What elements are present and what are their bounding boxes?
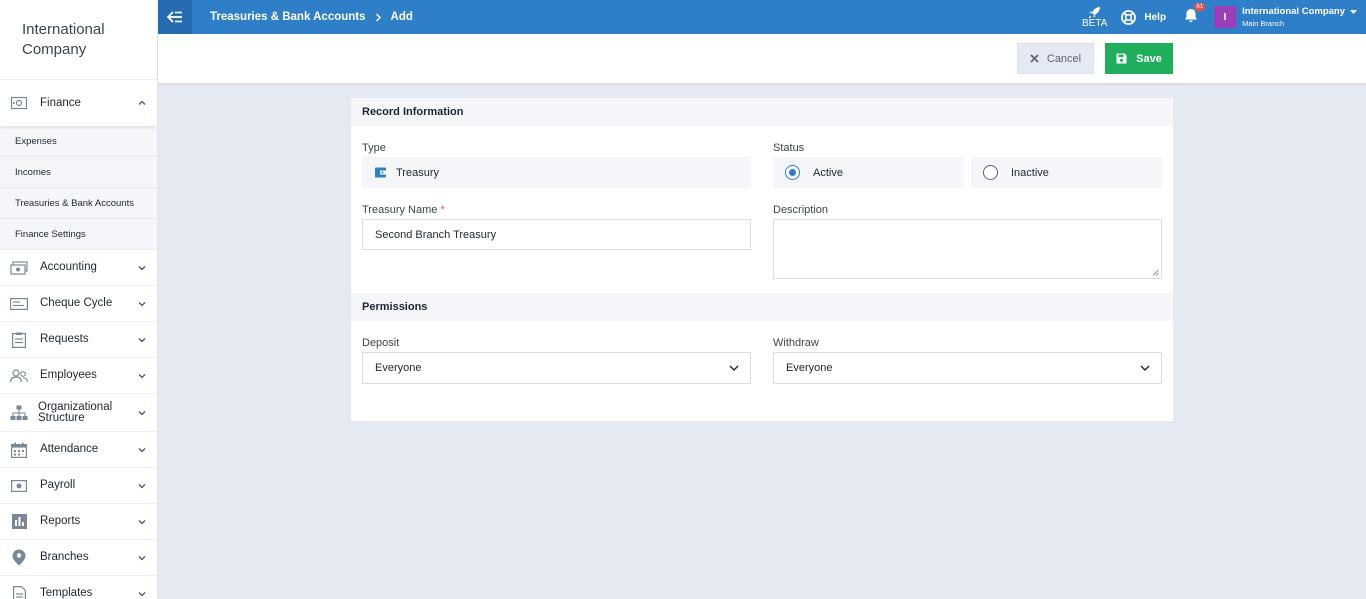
beta-button[interactable]: BETA [1082,6,1107,29]
radio-inactive[interactable] [983,165,998,180]
sidebar-item-label: Organizational Structure [38,400,113,424]
map-pin-icon [10,549,28,567]
sidebar-subitem-incomes[interactable]: Incomes [0,157,157,188]
withdraw-label: Withdraw [773,337,819,349]
chevron-down-icon [729,365,739,371]
top-bar-right: BETA Help 61 I International Company Mai… [1082,0,1366,34]
people-icon [10,367,28,385]
floppy-disk-icon [1116,53,1127,64]
chevron-up-icon [138,100,146,105]
wallet-icon [375,167,387,178]
sidebar-item-label: Requests [40,333,89,345]
sidebar-item-finance[interactable]: Finance [0,80,157,126]
chevron-down-icon [138,337,146,342]
description-label: Description [773,204,829,216]
sidebar-item-branches[interactable]: Branches [0,540,157,576]
chevron-down-icon [138,591,146,596]
description-textarea[interactable] [773,219,1162,279]
treasury-form: Record Information Type Treasury Status … [351,98,1173,421]
chevron-right-icon [375,13,381,21]
sidebar-item-label: Cheque Cycle [40,297,113,309]
clipboard-icon [10,331,28,349]
cancel-button[interactable]: Cancel [1017,43,1094,74]
deposit-label: Deposit [362,337,400,349]
sidebar-item-label: Reports [40,515,81,527]
sidebar-item-label: Accounting [40,261,97,273]
chevron-down-icon [138,555,146,560]
breadcrumb: Treasuries & Bank Accounts Add [210,11,413,23]
breadcrumb-treasuries[interactable]: Treasuries & Bank Accounts [210,11,366,23]
collapse-sidebar-button[interactable] [158,0,192,34]
sidebar-item-label: Finance [40,96,81,109]
org-chart-icon [10,404,28,422]
sidebar-item-label: Employees [40,369,97,381]
close-icon [1030,54,1039,63]
lifebuoy-icon [1121,9,1137,25]
status-inactive-option[interactable]: Inactive [971,157,1162,188]
record-information-header: Record Information [351,98,1173,126]
notifications-button[interactable]: 61 [1184,3,1206,26]
chevron-down-icon [138,410,146,415]
calendar-icon [10,441,28,459]
permissions-header: Permissions [351,293,1173,321]
sidebar-item-label: Templates [40,587,93,599]
sidebar-item-payroll[interactable]: Payroll [0,468,157,504]
chevron-down-icon [138,519,146,524]
treasury-name-label: Treasury Name * [362,204,445,216]
withdraw-select[interactable]: Everyone [773,352,1162,384]
sidebar-item-templates[interactable]: Templates [0,576,157,599]
sidebar-subitem-finance-settings[interactable]: Finance Settings [0,219,157,250]
radio-active[interactable] [785,165,800,180]
company-brand: International Company [0,0,157,80]
sidebar-subitem-treasuries[interactable]: Treasuries & Bank Accounts [0,188,157,219]
chevron-down-icon [138,483,146,488]
chevron-down-icon [138,447,146,452]
sidebar-item-cheque-cycle[interactable]: Cheque Cycle [0,286,157,322]
top-bar: Treasuries & Bank Accounts Add BETA Help… [158,0,1366,34]
required-marker: * [440,204,445,216]
caret-down-icon [1350,9,1357,14]
sidebar-item-employees[interactable]: Employees [0,358,157,394]
help-button[interactable]: Help [1121,9,1166,25]
resize-handle-icon[interactable] [1152,269,1159,276]
company-switcher[interactable]: International Company Main Branch [1242,6,1358,28]
safe-icon [10,94,28,112]
chevron-down-icon [138,373,146,378]
sidebar: International Company Finance Expenses I… [0,0,158,599]
chevron-down-icon [138,265,146,270]
save-button[interactable]: Save [1105,43,1173,74]
chevron-down-icon [1140,365,1150,371]
arrow-left-menu-icon [167,11,182,23]
sidebar-item-organizational-structure[interactable]: Organizational Structure [0,394,157,432]
sidebar-item-label: Payroll [40,479,76,491]
chevron-down-icon [138,301,146,306]
breadcrumb-current: Add [390,11,413,23]
status-label: Status [773,142,805,154]
type-field: Treasury [362,157,751,188]
cheque-icon [10,295,28,313]
cash-icon [10,259,28,277]
money-icon [10,477,28,495]
deposit-select[interactable]: Everyone [362,352,751,384]
document-icon [10,585,28,599]
treasury-name-input[interactable]: Second Branch Treasury [362,219,751,250]
sidebar-item-label: Branches [40,551,89,563]
sidebar-item-label: Attendance [40,443,99,455]
sidebar-item-attendance[interactable]: Attendance [0,432,157,468]
bar-chart-icon [10,513,28,531]
status-active-option[interactable]: Active [773,157,964,188]
notification-count-badge: 61 [1194,3,1206,11]
sidebar-item-reports[interactable]: Reports [0,504,157,540]
avatar[interactable]: I [1214,6,1237,28]
sidebar-item-accounting[interactable]: Accounting [0,250,157,286]
finance-submenu: Expenses Incomes Treasuries & Bank Accou… [0,126,157,250]
action-bar: Cancel Save [158,34,1366,83]
type-label: Type [362,142,386,154]
sidebar-subitem-expenses[interactable]: Expenses [0,126,157,157]
rocket-icon [1088,6,1101,18]
sidebar-item-requests[interactable]: Requests [0,322,157,358]
